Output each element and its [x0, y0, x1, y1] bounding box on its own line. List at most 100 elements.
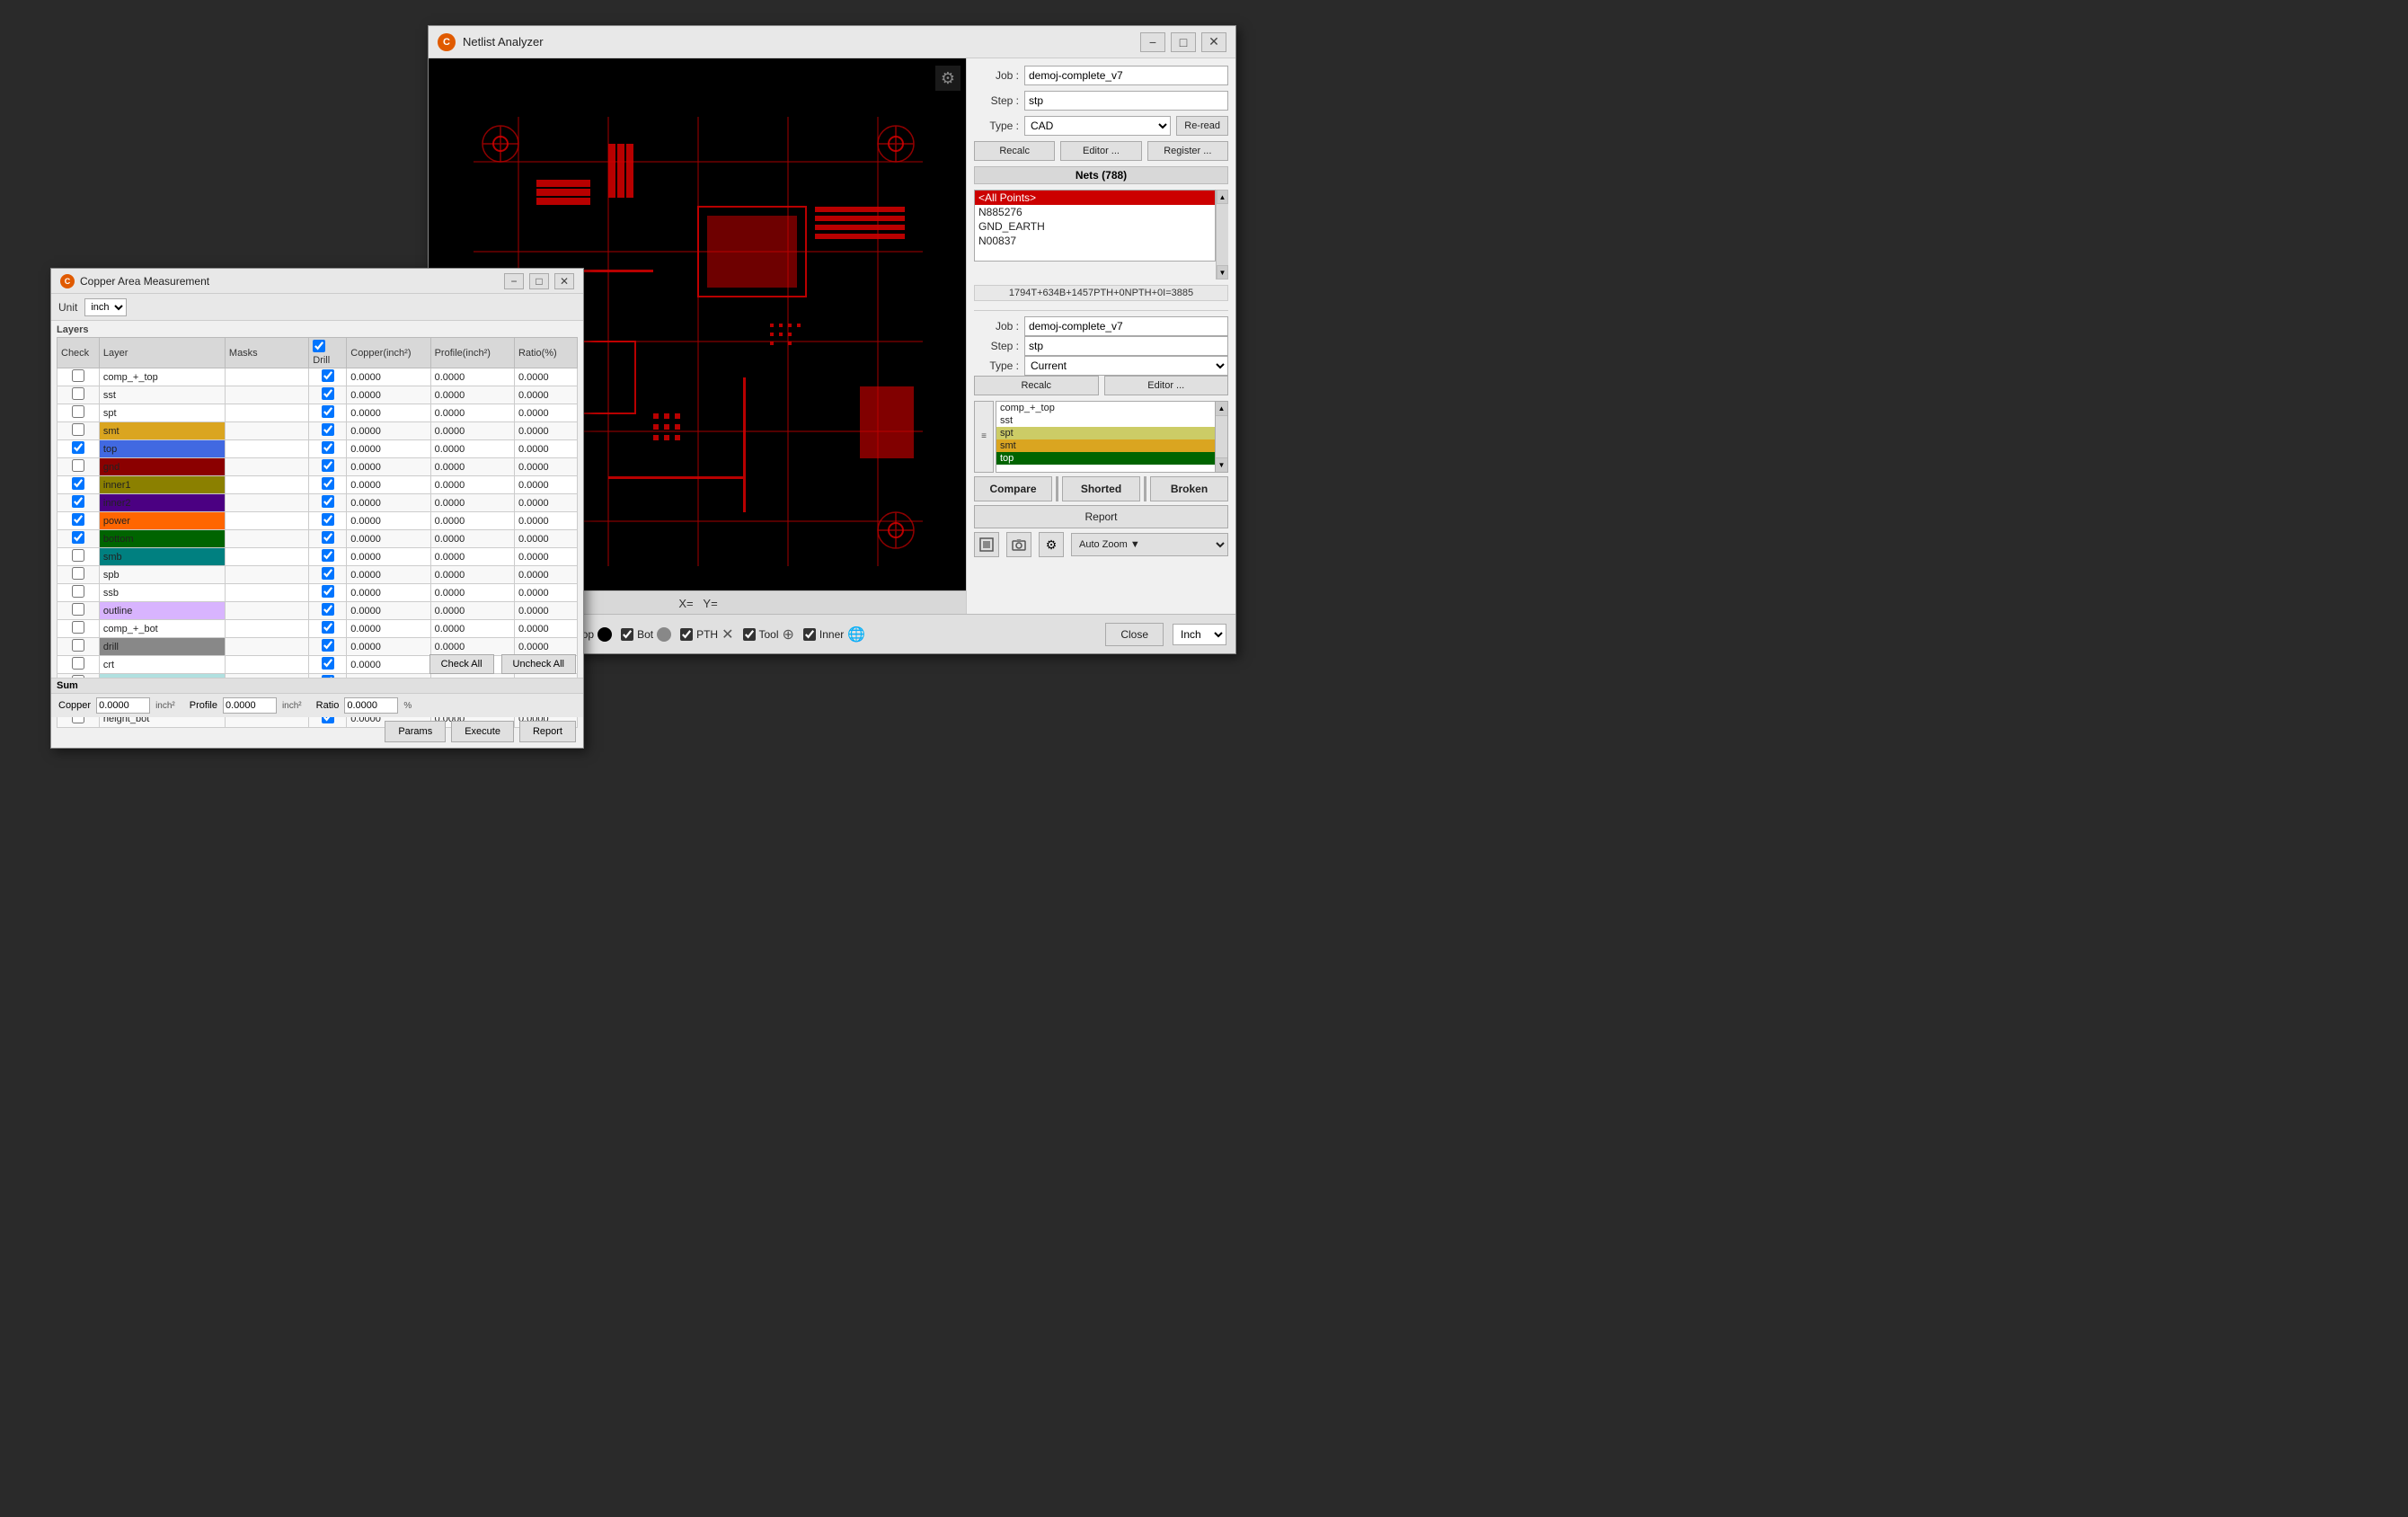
check-comp-bot[interactable] [72, 621, 84, 634]
drill-smb[interactable] [322, 549, 334, 562]
drill-spb[interactable] [322, 567, 334, 580]
recalc-button-1[interactable]: Recalc [974, 141, 1055, 161]
layer-small-smt[interactable]: smt [996, 439, 1215, 452]
check-sst[interactable] [72, 387, 84, 400]
drill-sst[interactable] [322, 387, 334, 400]
execute-button[interactable]: Execute [451, 721, 514, 742]
maximize-button[interactable]: □ [1171, 32, 1196, 52]
unit-select[interactable]: inch mm [84, 298, 127, 316]
ratio-sum-input[interactable] [344, 697, 398, 714]
check-gnd[interactable] [72, 459, 84, 472]
bot-checkbox[interactable] [621, 628, 633, 641]
nets-scroll-down[interactable]: ▼ [1217, 265, 1228, 279]
job-row-1: Job : [974, 66, 1228, 85]
drill-top[interactable] [322, 441, 334, 454]
check-comp-top[interactable] [72, 369, 84, 382]
layer-small-sst[interactable]: sst [996, 414, 1215, 427]
step-input-2[interactable] [1024, 336, 1228, 356]
recalc-button-2[interactable]: Recalc [974, 376, 1099, 395]
drill-drill[interactable] [322, 639, 334, 652]
pcb-icon-button[interactable] [974, 532, 999, 557]
check-bottom[interactable] [72, 531, 84, 544]
pth-checkbox[interactable] [680, 628, 693, 641]
copper-sum-input[interactable] [96, 697, 150, 714]
drill-power[interactable] [322, 513, 334, 526]
minimize-button[interactable]: − [1140, 32, 1165, 52]
settings-icon-button[interactable]: ⚙ [1039, 532, 1064, 557]
drill-ssb[interactable] [322, 585, 334, 598]
nets-item-all-points[interactable]: <All Points> [975, 191, 1215, 205]
drill-bottom[interactable] [322, 531, 334, 544]
layer-small-top[interactable]: top [996, 452, 1215, 465]
layers-title: Layers [57, 324, 578, 335]
check-smt[interactable] [72, 423, 84, 436]
close-button-toolbar[interactable]: Close [1105, 623, 1164, 646]
step-input-1[interactable] [1024, 91, 1228, 111]
copper-report-button[interactable]: Report [519, 721, 576, 742]
check-inner1[interactable] [72, 477, 84, 490]
tool-checkbox[interactable] [743, 628, 756, 641]
copper-close-btn[interactable]: ✕ [554, 273, 574, 289]
copper-inner2: 0.0000 [347, 494, 430, 512]
drill-header-checkbox[interactable] [313, 340, 325, 352]
layer-scroll-down[interactable]: ▼ [1216, 457, 1227, 472]
job-input-2[interactable] [1024, 316, 1228, 336]
layer-scroll-up[interactable]: ▲ [1216, 402, 1227, 416]
drill-inner1[interactable] [322, 477, 334, 490]
nets-header: Nets (788) [974, 166, 1228, 184]
col-masks: Masks [225, 338, 308, 368]
check-power[interactable] [72, 513, 84, 526]
broken-button[interactable]: Broken [1150, 476, 1228, 501]
check-ssb[interactable] [72, 585, 84, 598]
ratio-sst: 0.0000 [514, 386, 577, 404]
check-outline[interactable] [72, 603, 84, 616]
drill-gnd[interactable] [322, 459, 334, 472]
inner-checkbox[interactable] [803, 628, 816, 641]
layer-small-comp-top[interactable]: comp_+_top [996, 402, 1215, 414]
editor-button-2[interactable]: Editor ... [1104, 376, 1229, 395]
nets-item-gnd-earth[interactable]: GND_EARTH [975, 219, 1215, 234]
check-smb[interactable] [72, 549, 84, 562]
params-button[interactable]: Params [385, 721, 446, 742]
auto-zoom-dropdown[interactable]: Auto Zoom ▼ [1071, 533, 1228, 556]
profile-sum-input[interactable] [223, 697, 277, 714]
nets-list[interactable]: <All Points> N885276 GND_EARTH N00837 [974, 190, 1216, 262]
check-spt[interactable] [72, 405, 84, 418]
drill-smt[interactable] [322, 423, 334, 436]
drill-comp-top[interactable] [322, 369, 334, 382]
check-drill[interactable] [72, 639, 84, 652]
uncheck-all-button[interactable]: Uncheck All [501, 654, 576, 674]
copper-minimize-btn[interactable]: − [504, 273, 524, 289]
drill-spt[interactable] [322, 405, 334, 418]
shorted-button[interactable]: Shorted [1062, 476, 1140, 501]
drill-outline[interactable] [322, 603, 334, 616]
layer-small-spt[interactable]: spt [996, 427, 1215, 439]
check-top[interactable] [72, 441, 84, 454]
type-dropdown-1[interactable]: CAD [1024, 116, 1171, 136]
close-button[interactable]: ✕ [1201, 32, 1226, 52]
layer-list-small[interactable]: comp_+_top sst spt smt top [996, 401, 1216, 473]
camera-icon-button[interactable] [1006, 532, 1031, 557]
type-dropdown-2[interactable]: Current [1024, 356, 1228, 376]
nets-item-n885276[interactable]: N885276 [975, 205, 1215, 219]
drill-comp-bot[interactable] [322, 621, 334, 634]
nets-item-n00837[interactable]: N00837 [975, 234, 1215, 248]
check-all-button[interactable]: Check All [429, 654, 494, 674]
check-spb[interactable] [72, 567, 84, 580]
compare-button[interactable]: Compare [974, 476, 1052, 501]
check-inner2[interactable] [72, 495, 84, 508]
reread-button[interactable]: Re-read [1176, 116, 1228, 136]
gear-icon[interactable]: ⚙ [935, 66, 961, 91]
unit-dropdown[interactable]: Inch [1173, 624, 1226, 645]
table-row: gnd 0.0000 0.0000 0.0000 [58, 458, 578, 476]
report-button[interactable]: Report [974, 505, 1228, 528]
job-input-1[interactable] [1024, 66, 1228, 85]
editor-button-1[interactable]: Editor ... [1060, 141, 1141, 161]
profile-smb: 0.0000 [430, 548, 514, 566]
filter-button[interactable]: ≡ [974, 401, 994, 473]
copper-maximize-btn[interactable]: □ [529, 273, 549, 289]
register-button[interactable]: Register ... [1147, 141, 1228, 161]
nets-scroll-up[interactable]: ▲ [1217, 190, 1228, 204]
masks-ssb [225, 584, 308, 602]
drill-inner2[interactable] [322, 495, 334, 508]
